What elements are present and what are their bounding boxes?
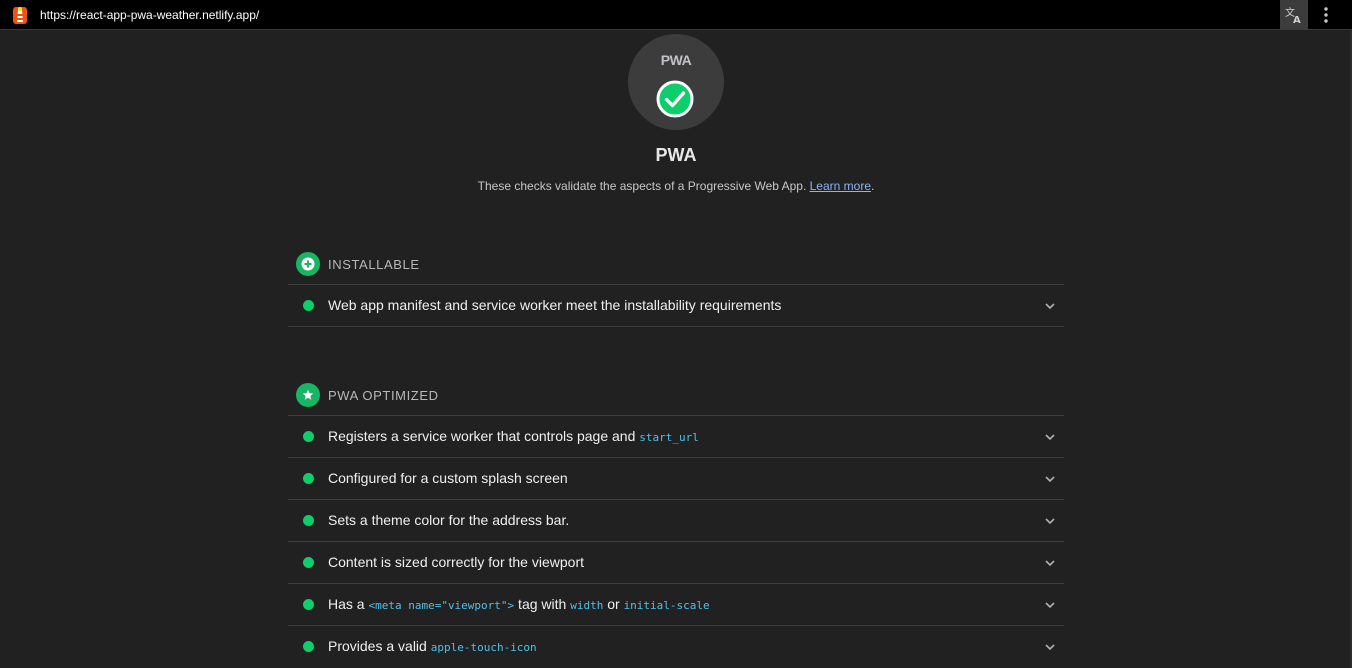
group-badge: [296, 252, 320, 276]
pwa-badge[interactable]: PWA: [628, 34, 724, 130]
more-vert-icon: [1324, 7, 1328, 23]
audit-text: or: [603, 596, 624, 612]
audit-text: Sets a theme color for the address bar.: [328, 512, 570, 528]
chevron-down-icon[interactable]: [1044, 557, 1056, 569]
group-header-pwa-optimized: PWA OPTIMIZED: [296, 383, 439, 407]
pass-indicator: [303, 431, 314, 442]
pwa-logo: PWA: [661, 52, 692, 68]
pass-indicator: [303, 599, 314, 610]
audit-title: Sets a theme color for the address bar.: [328, 512, 569, 528]
translate-button[interactable]: 文 A: [1280, 0, 1308, 30]
learn-more-link[interactable]: Learn more: [810, 179, 871, 193]
audit-text: Registers a service worker that controls…: [328, 428, 640, 444]
category-title: PWA: [655, 145, 697, 165]
pass-indicator: [303, 557, 314, 568]
group-title: INSTALLABLE: [328, 256, 420, 272]
pass-indicator: [303, 300, 314, 311]
pass-indicator: [303, 641, 314, 652]
audit-code: width: [570, 599, 604, 612]
audit-text: Content is sized correctly for the viewp…: [328, 554, 584, 570]
audit-text: tag with: [514, 596, 571, 612]
audit-text: Has a: [328, 596, 369, 612]
chevron-down-icon[interactable]: [1044, 431, 1056, 443]
audit-row[interactable]: Configured for a custom splash screen: [288, 457, 1064, 499]
chevron-down-icon[interactable]: [1044, 515, 1056, 527]
audit-row[interactable]: Web app manifest and service worker meet…: [288, 284, 1064, 327]
chevron-down-icon[interactable]: [1044, 300, 1056, 312]
audit-title: Web app manifest and service worker meet…: [328, 297, 781, 313]
browser-toolbar: https://react-app-pwa-weather.netlify.ap…: [0, 0, 1352, 30]
star-icon: [302, 389, 314, 400]
audit-title: Configured for a custom splash screen: [328, 470, 568, 486]
audit-list-pwa-optimized: Registers a service worker that controls…: [288, 415, 1064, 667]
svg-text:A: A: [1293, 15, 1301, 24]
description-end: .: [871, 179, 875, 193]
chevron-down-icon[interactable]: [1044, 599, 1056, 611]
audit-title: Content is sized correctly for the viewp…: [328, 554, 584, 570]
audit-text: Web app manifest and service worker meet…: [328, 297, 782, 313]
audit-text: Configured for a custom splash screen: [328, 470, 568, 486]
plus-circle-icon: [301, 257, 315, 271]
audit-title: Provides a valid apple-touch-icon: [328, 638, 537, 654]
group-badge: [296, 383, 320, 407]
chevron-down-icon[interactable]: [1044, 641, 1056, 653]
audit-row[interactable]: Sets a theme color for the address bar.: [288, 499, 1064, 541]
chevron-down-icon[interactable]: [1044, 473, 1056, 485]
audit-list-installable: Web app manifest and service worker meet…: [288, 284, 1064, 327]
pass-indicator: [303, 515, 314, 526]
url-text[interactable]: https://react-app-pwa-weather.netlify.ap…: [40, 8, 259, 22]
group-title: PWA OPTIMIZED: [328, 387, 439, 403]
audit-row[interactable]: Provides a valid apple-touch-icon: [288, 625, 1064, 667]
audit-title: Has a <meta name="viewport"> tag with wi…: [328, 596, 710, 612]
category-description: These checks validate the aspects of a P…: [0, 179, 1352, 193]
more-options-button[interactable]: [1314, 0, 1338, 30]
svg-text:PWA: PWA: [661, 52, 692, 68]
audit-row[interactable]: Content is sized correctly for the viewp…: [288, 541, 1064, 583]
audit-row[interactable]: Registers a service worker that controls…: [288, 415, 1064, 457]
translate-icon: 文 A: [1285, 6, 1301, 24]
audit-code: start_url: [639, 431, 699, 444]
audit-code: <meta name="viewport">: [368, 599, 515, 612]
audit-title: Registers a service worker that controls…: [328, 428, 699, 444]
check-circle-icon: [656, 80, 694, 118]
pass-indicator: [303, 473, 314, 484]
group-header-installable: INSTALLABLE: [296, 252, 420, 276]
audit-code: initial-scale: [623, 599, 710, 612]
audit-code: apple-touch-icon: [430, 641, 537, 654]
description-text: These checks validate the aspects of a P…: [477, 179, 807, 193]
audit-row[interactable]: Has a <meta name="viewport"> tag with wi…: [288, 583, 1064, 625]
lighthouse-icon: [13, 7, 27, 24]
audit-text: Provides a valid: [328, 638, 431, 654]
